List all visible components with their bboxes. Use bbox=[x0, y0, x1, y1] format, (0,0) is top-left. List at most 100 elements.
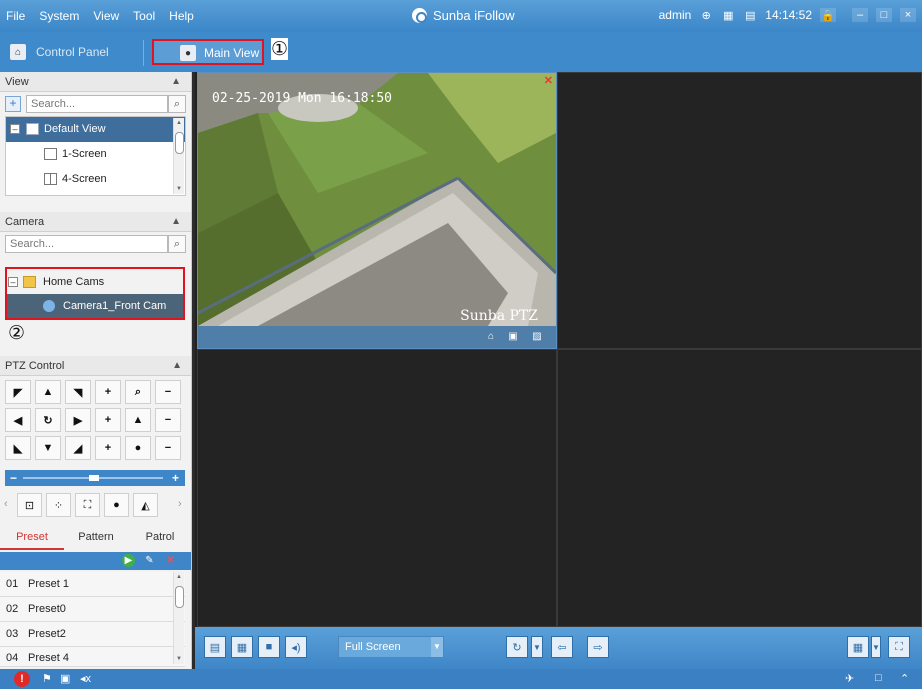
auto-scan-button[interactable]: ↻ bbox=[35, 408, 61, 432]
view-tree-item[interactable]: 1-Screen bbox=[6, 142, 185, 167]
pan-up-right-button[interactable]: ◥ bbox=[65, 380, 91, 404]
chevron-down-icon[interactable]: ▼ bbox=[531, 636, 543, 658]
pan-up-left-button[interactable]: ◤ bbox=[5, 380, 31, 404]
window-layout-icon[interactable]: ▦ bbox=[847, 636, 869, 658]
tab-pattern[interactable]: Pattern bbox=[64, 524, 128, 550]
collapse-icon[interactable]: – bbox=[10, 124, 20, 134]
stop-all-icon[interactable]: ■ bbox=[258, 636, 280, 658]
fullscreen-select[interactable]: Full Screen ▼ bbox=[338, 636, 444, 658]
calendar-icon[interactable]: ▦ bbox=[721, 8, 735, 22]
next-icon[interactable]: ⇨ bbox=[587, 636, 609, 658]
disk-icon[interactable]: ▤ bbox=[743, 8, 757, 22]
collapse-up-icon[interactable]: ▲ bbox=[172, 356, 182, 376]
menu-system[interactable]: System bbox=[39, 9, 79, 23]
focus-near-button[interactable]: + bbox=[95, 408, 121, 432]
chevron-down-icon[interactable]: ▼ bbox=[431, 637, 443, 657]
mute-icon[interactable]: ◂x bbox=[80, 672, 91, 685]
pan-down-right-button[interactable]: ◢ bbox=[65, 436, 91, 460]
audio-icon[interactable]: ◂) bbox=[285, 636, 307, 658]
pan-right-button[interactable]: ▶ bbox=[65, 408, 91, 432]
save-view-icon[interactable]: ▤ bbox=[204, 636, 226, 658]
zoom-out-button[interactable]: − bbox=[155, 380, 181, 404]
slider-plus-icon[interactable]: + bbox=[172, 470, 179, 486]
scroll-up-icon[interactable]: ▲ bbox=[176, 574, 182, 580]
expand-up-icon[interactable]: ⌃ bbox=[900, 672, 909, 685]
3d-zoom-button[interactable]: ⊡ bbox=[17, 493, 42, 517]
preset-row[interactable]: 03 Preset2 bbox=[0, 622, 185, 647]
scroll-thumb[interactable] bbox=[175, 132, 184, 154]
chevron-down-icon[interactable]: ▼ bbox=[871, 636, 881, 658]
event-icon[interactable]: ⚑ bbox=[42, 672, 52, 685]
play-icon[interactable]: ▶ bbox=[122, 554, 135, 567]
camera-section-header[interactable]: Camera ▲ bbox=[0, 212, 191, 232]
iris-open-button[interactable]: + bbox=[95, 436, 121, 460]
lock-icon[interactable]: 🔒 bbox=[820, 8, 836, 22]
device-alarm-icon[interactable]: ▣ bbox=[60, 672, 70, 685]
tab-patrol[interactable]: Patrol bbox=[128, 524, 191, 550]
pan-down-button[interactable]: ▼ bbox=[35, 436, 61, 460]
view-section-header[interactable]: View ▲ bbox=[0, 72, 191, 92]
scroll-up-icon[interactable]: ▲ bbox=[176, 120, 182, 126]
digital-zoom-icon[interactable]: ▨ bbox=[530, 330, 544, 343]
close-video-icon[interactable]: ✕ bbox=[544, 74, 553, 87]
scroll-left-icon[interactable]: ‹ bbox=[4, 498, 8, 510]
add-view-button[interactable]: + bbox=[5, 96, 21, 112]
scroll-down-icon[interactable]: ▼ bbox=[176, 656, 182, 662]
restore-icon[interactable]: □ bbox=[875, 672, 882, 684]
video-cell-4[interactable] bbox=[557, 349, 922, 627]
lamp-button[interactable]: ● bbox=[104, 493, 129, 517]
slider-handle[interactable] bbox=[89, 475, 99, 481]
search-icon[interactable]: ⌕ bbox=[168, 235, 186, 253]
collapse-up-icon[interactable]: ▲ bbox=[171, 72, 181, 92]
pan-left-button[interactable]: ◀ bbox=[5, 408, 31, 432]
fullscreen-icon[interactable]: ⛶ bbox=[888, 636, 910, 658]
previous-icon[interactable]: ⇦ bbox=[551, 636, 573, 658]
scroll-right-icon[interactable]: › bbox=[178, 498, 182, 510]
zoom-in-button[interactable]: + bbox=[95, 380, 121, 404]
scroll-down-icon[interactable]: ▼ bbox=[176, 186, 182, 192]
edit-icon[interactable]: ✎ bbox=[143, 554, 156, 567]
scroll-thumb[interactable] bbox=[175, 586, 184, 608]
preset-row[interactable]: 01 Preset 1 bbox=[0, 572, 185, 597]
ptz-speed-slider[interactable]: − + bbox=[5, 470, 185, 486]
menu-help[interactable]: Help bbox=[169, 9, 194, 23]
light-button[interactable]: ⁘ bbox=[46, 493, 71, 517]
iris-close-button[interactable]: − bbox=[155, 436, 181, 460]
search-icon[interactable]: ⌕ bbox=[168, 95, 186, 113]
camera-search-input[interactable]: Search... bbox=[5, 235, 168, 253]
view-search-input[interactable]: Search... bbox=[26, 95, 168, 113]
close-button[interactable]: × bbox=[900, 8, 916, 22]
alarm-icon[interactable]: ! bbox=[14, 671, 30, 687]
save-as-view-icon[interactable]: ▦ bbox=[231, 636, 253, 658]
minimize-button[interactable]: – bbox=[852, 8, 868, 22]
maximize-button[interactable]: □ bbox=[876, 8, 892, 22]
view-tree-scrollbar[interactable]: ▲ ▼ bbox=[173, 118, 184, 194]
slider-minus-icon[interactable]: − bbox=[10, 470, 17, 486]
menu-view[interactable]: View bbox=[93, 9, 119, 23]
pan-down-left-button[interactable]: ◣ bbox=[5, 436, 31, 460]
view-tree-item[interactable]: 4-Screen bbox=[6, 167, 185, 192]
view-tree-root[interactable]: – Default View bbox=[6, 117, 185, 142]
record-icon[interactable]: ▣ bbox=[506, 330, 520, 343]
network-icon[interactable]: ⊕ bbox=[699, 8, 713, 22]
fullscreen-ptz-button[interactable]: ⛶ bbox=[75, 493, 100, 517]
focus-far-button[interactable]: − bbox=[155, 408, 181, 432]
wiper-button[interactable]: ◭ bbox=[133, 493, 158, 517]
video-cell-2[interactable] bbox=[557, 72, 922, 349]
preset-row[interactable]: 02 Preset0 bbox=[0, 597, 185, 622]
pan-up-button[interactable]: ▲ bbox=[35, 380, 61, 404]
collapse-up-icon[interactable]: ▲ bbox=[171, 212, 181, 232]
snapshot-icon[interactable]: ⌂ bbox=[484, 330, 498, 343]
tab-preset[interactable]: Preset bbox=[0, 524, 64, 550]
delete-icon[interactable]: ✕ bbox=[164, 554, 177, 567]
menu-tool[interactable]: Tool bbox=[133, 9, 155, 23]
tab-control-panel[interactable]: ⌂ Control Panel bbox=[10, 39, 109, 65]
preset-scrollbar[interactable]: ▲ ▼ bbox=[173, 572, 184, 664]
video-cell-3[interactable] bbox=[197, 349, 557, 627]
preset-row[interactable]: 04 Preset 4 bbox=[0, 647, 185, 667]
tab-main-view[interactable]: ● Main View bbox=[152, 39, 264, 65]
user-name[interactable]: admin bbox=[659, 8, 692, 22]
menu-file[interactable]: File bbox=[6, 9, 25, 23]
ptz-section-header[interactable]: PTZ Control ▲ bbox=[0, 356, 191, 376]
video-cell-1[interactable]: 02-25-2019 Mon 16:18:50 Sunba PTZ ✕ ⌂ ▣ … bbox=[197, 72, 557, 349]
